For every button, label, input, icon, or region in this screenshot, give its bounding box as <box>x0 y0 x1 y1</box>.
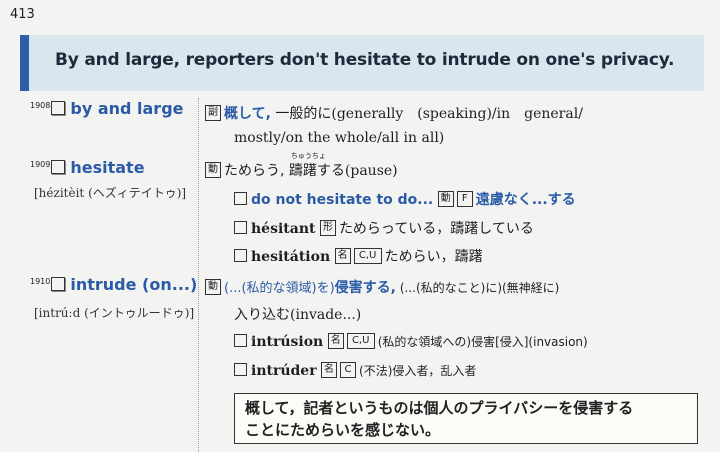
derivation-phrase: do not hesitate to do... 動 F 遠慮なく...する <box>234 189 576 209</box>
headword: intrude (on...) <box>70 275 198 294</box>
entry-1910-meaning: 動 (...(私的な領域)を)侵害する, (...(私的なこと)に)(無神経に) <box>205 277 559 297</box>
entry-number: 1909 <box>30 160 51 169</box>
pos-tag: 形 <box>319 220 336 236</box>
page-number: 413 <box>10 7 35 22</box>
derivation-intruder: intrúder 名 C (不法)侵入者，乱入者 <box>234 362 476 379</box>
meaning-rest: 一般的に(generally (speaking)/in general/ <box>270 106 583 122</box>
entry-1909-meaning: 動ためらう, ちゅうちょ 躊躇する(pause) <box>205 152 398 180</box>
pos-tag: 動 <box>205 279 221 295</box>
countable-tag: C <box>340 362 357 378</box>
entry-number: 1910 <box>30 277 51 286</box>
pos-tag: 名 <box>321 362 338 378</box>
entry-1910-meaning-cont: 入り込む(invade...) <box>234 307 362 323</box>
translation-line-1: 概して，記者というものは個人のプライバシーを侵害する <box>245 399 634 417</box>
entry-1910-headword: 1910 intrude (on...) <box>30 275 197 294</box>
derivation-hesitant: hésitant 形ためらっている，躊躇している <box>234 218 534 238</box>
countable-tag: C,U <box>346 333 375 349</box>
pos-tag: 名 <box>334 248 351 264</box>
entry-1908-meaning-cont: mostly/on the whole/all in all) <box>234 130 445 146</box>
check-box[interactable] <box>234 362 247 376</box>
pos-tag: 動 <box>205 162 221 178</box>
pos-tag: 副 <box>205 105 221 121</box>
ruby-word: ちゅうちょ 躊躇 <box>288 152 326 179</box>
check-box[interactable] <box>51 100 66 115</box>
check-box[interactable] <box>234 248 247 262</box>
check-box[interactable] <box>234 220 247 234</box>
column-divider <box>198 98 199 452</box>
translation-box: 概して，記者というものは個人のプライバシーを侵害する ことにためらいを感じない。 <box>234 393 698 444</box>
pronunciation: [hézitèit (ヘズィテイトゥ)] <box>34 186 187 200</box>
check-box[interactable] <box>234 191 247 205</box>
derivation-intrusion: intrúsion 名 C,U (私的な領域への)侵害[侵入](invasion) <box>234 333 588 350</box>
entry-1909-headword: 1909 hesitate <box>30 158 145 177</box>
headword: hesitate <box>70 158 145 177</box>
example-sentence-banner: By and large, reporters don't hesitate t… <box>20 35 704 91</box>
entry-1908-headword: 1908 by and large <box>30 99 184 118</box>
meaning-primary: 概して, <box>224 106 271 122</box>
translation-line-2: ことにためらいを感じない。 <box>245 421 441 439</box>
pronunciation: [intrúːd (イントゥルードゥ)] <box>34 306 195 320</box>
formal-tag: F <box>456 191 473 207</box>
check-box[interactable] <box>51 159 66 174</box>
countable-tag: C,U <box>353 248 382 264</box>
example-sentence: By and large, reporters don't hesitate t… <box>55 50 675 70</box>
check-box[interactable] <box>51 276 66 291</box>
entry-1908-meaning: 副概して, 一般的に(generally (speaking)/in gener… <box>205 103 583 123</box>
headword: by and large <box>70 99 184 118</box>
derivation-hesitation: hesitátion 名 C,U ためらい，躊躇 <box>234 246 483 266</box>
pos-tag: 名 <box>327 333 344 349</box>
entry-number: 1908 <box>30 101 51 110</box>
check-box[interactable] <box>234 333 247 347</box>
pos-tag: 動 <box>437 191 454 207</box>
